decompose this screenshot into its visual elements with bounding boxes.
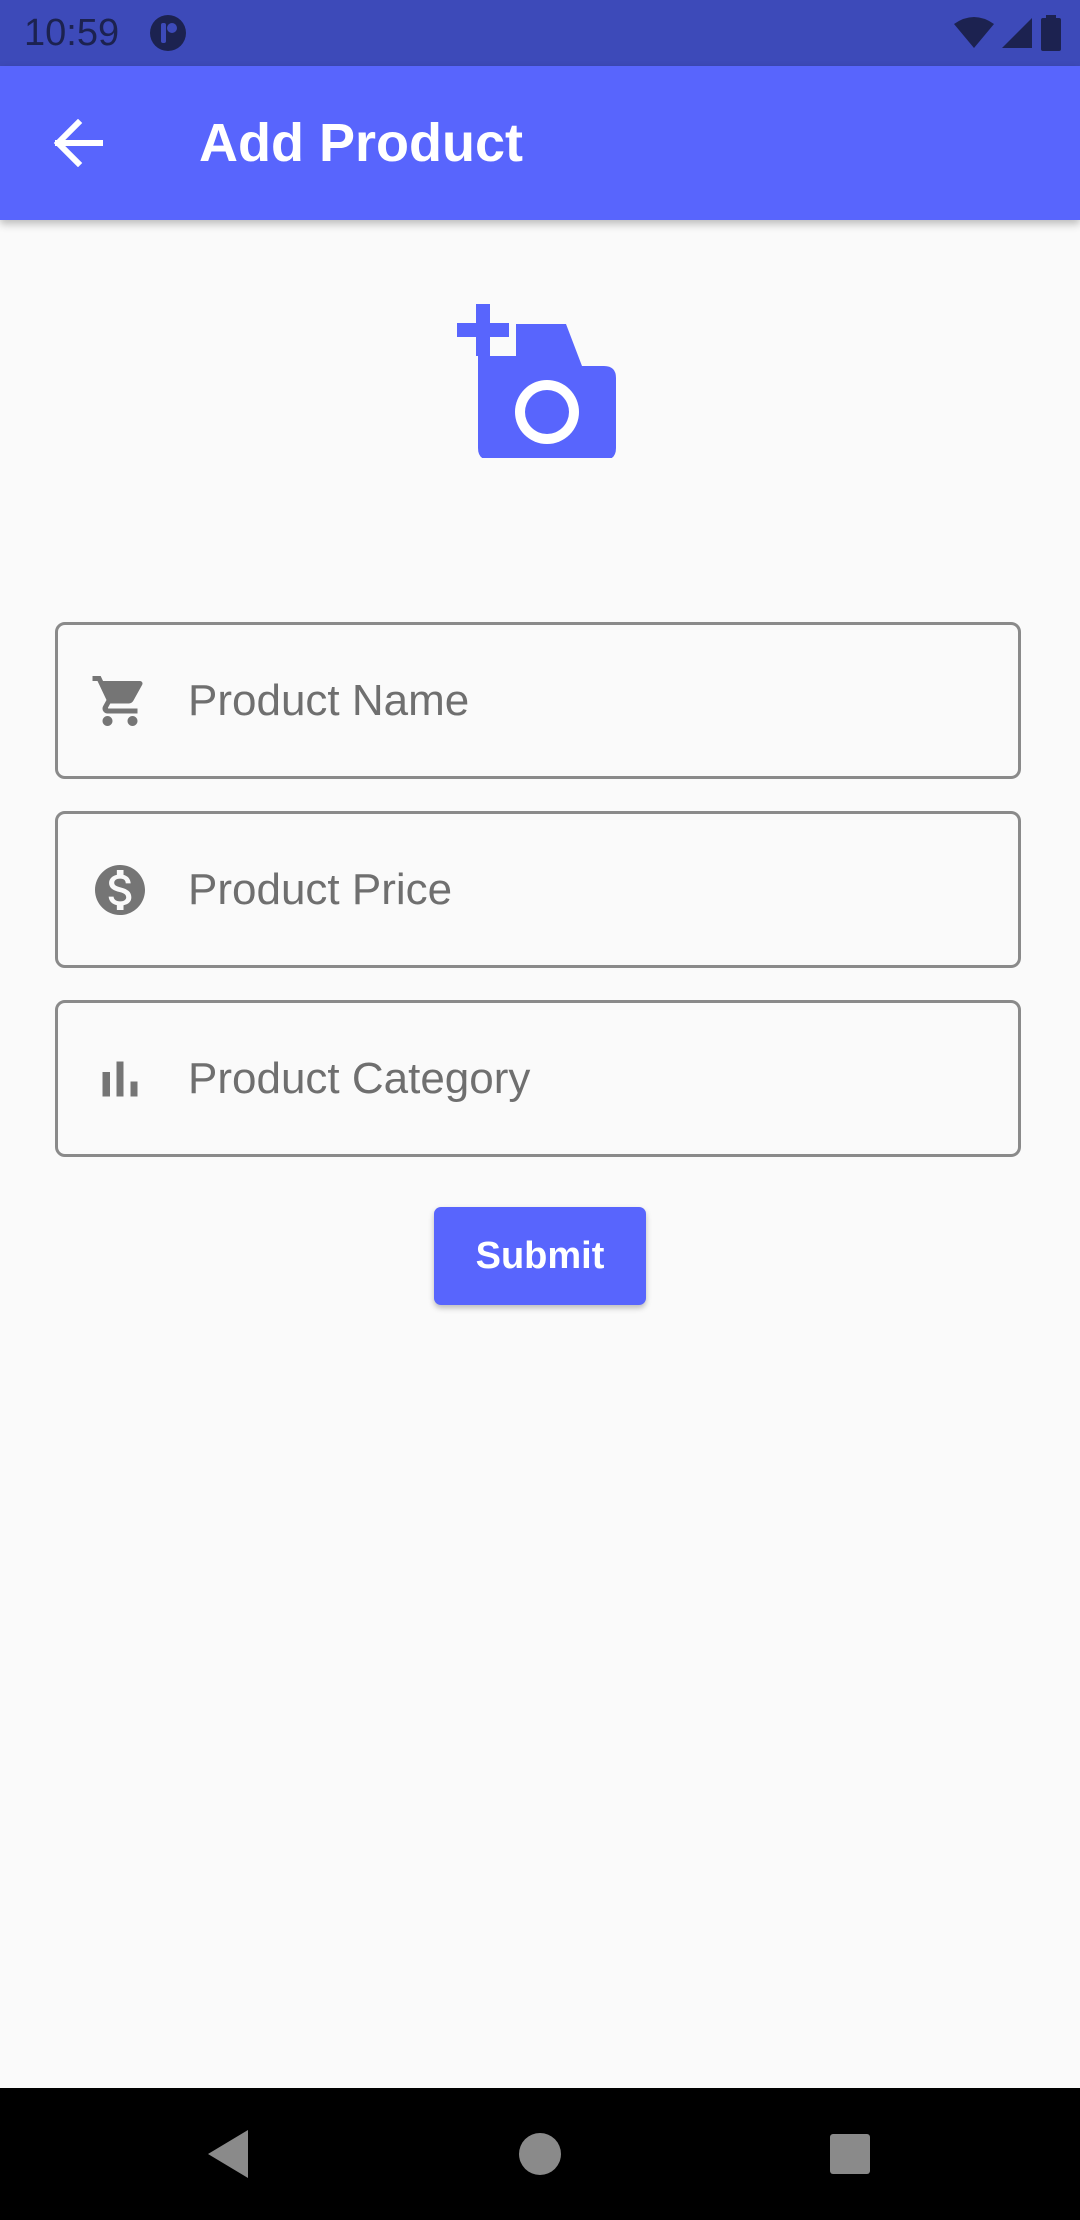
product-category-input[interactable]: [188, 1003, 988, 1154]
app-bar: Add Product: [0, 66, 1080, 220]
app-notification-icon: [150, 15, 186, 51]
back-triangle-icon[interactable]: [200, 2124, 260, 2184]
system-nav-bar: [0, 2088, 1080, 2220]
add-a-photo-icon: [457, 304, 616, 460]
battery-icon: [1041, 15, 1061, 51]
add-photo-button[interactable]: [450, 298, 620, 460]
status-bar: 10:59: [0, 0, 1080, 66]
wifi-icon: [954, 17, 994, 48]
product-name-input[interactable]: [188, 625, 988, 776]
arrow-left-icon: [53, 119, 103, 167]
product-category-field[interactable]: [55, 1000, 1021, 1157]
bar-chart-icon: [102, 1061, 138, 1096]
home-circle-icon[interactable]: [510, 2124, 570, 2184]
page-title: Add Product: [199, 113, 523, 173]
product-price-input[interactable]: [188, 814, 988, 965]
shopping-cart-icon: [92, 675, 143, 726]
status-time: 10:59: [24, 12, 120, 54]
product-name-field[interactable]: [55, 622, 1021, 779]
signal-icon: [1002, 18, 1032, 48]
status-icons: [954, 14, 1062, 52]
product-price-field[interactable]: [55, 811, 1021, 968]
recents-square-icon[interactable]: [820, 2124, 880, 2184]
back-button[interactable]: [36, 111, 120, 175]
submit-button[interactable]: Submit: [434, 1207, 646, 1305]
dollar-circle-icon: [95, 864, 145, 915]
